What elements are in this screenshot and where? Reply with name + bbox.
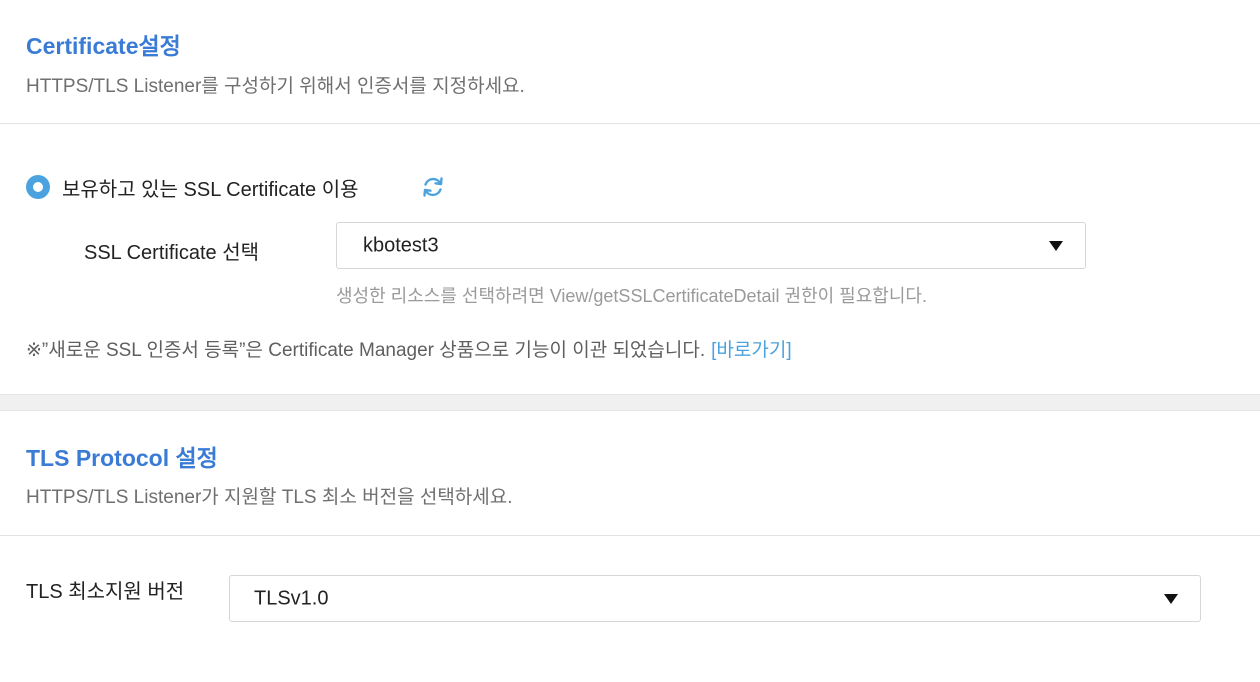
notice-text: ※”새로운 SSL 인증서 등록”은 Certificate Manager 상… [26,340,706,361]
page: Certificate설정 HTTPS/TLS Listener를 구성하기 위… [0,0,1260,682]
radio-button[interactable] [26,175,50,199]
ssl-certificate-select-label: SSL Certificate 선택 [84,242,260,264]
certificate-section-title: Certificate설정 [26,33,181,59]
tls-min-version-select[interactable]: TLSv1.0 [229,575,1201,622]
ssl-certificate-select[interactable]: kbotest3 [336,222,1086,269]
tls-selected-value: TLSv1.0 [254,587,329,609]
tls-section-description: HTTPS/TLS Listener가 지원할 TLS 최소 버전을 선택하세요… [26,487,513,508]
tls-min-version-label: TLS 최소지원 버전 [26,581,185,603]
refresh-icon[interactable] [420,174,446,200]
certificate-section-description: HTTPS/TLS Listener를 구성하기 위해서 인증서를 지정하세요. [26,76,525,97]
divider [0,535,1260,536]
ssl-certificate-selected-value: kbotest3 [363,234,439,256]
migration-notice: ※”새로운 SSL 인증서 등록”은 Certificate Manager 상… [26,335,792,362]
use-existing-ssl-radio-option[interactable]: 보유하고 있는 SSL Certificate 이용 [26,173,359,201]
permission-hint: 생성한 리소스를 선택하려면 View/getSSLCertificateDet… [336,286,927,306]
shortcut-link[interactable]: [바로가기] [711,340,791,361]
section-separator [0,394,1260,411]
caret-down-icon [1049,240,1063,251]
radio-label: 보유하고 있는 SSL Certificate 이용 [62,178,359,201]
caret-down-icon [1164,593,1178,604]
divider [0,123,1260,124]
tls-section-title: TLS Protocol 설정 [26,445,218,471]
